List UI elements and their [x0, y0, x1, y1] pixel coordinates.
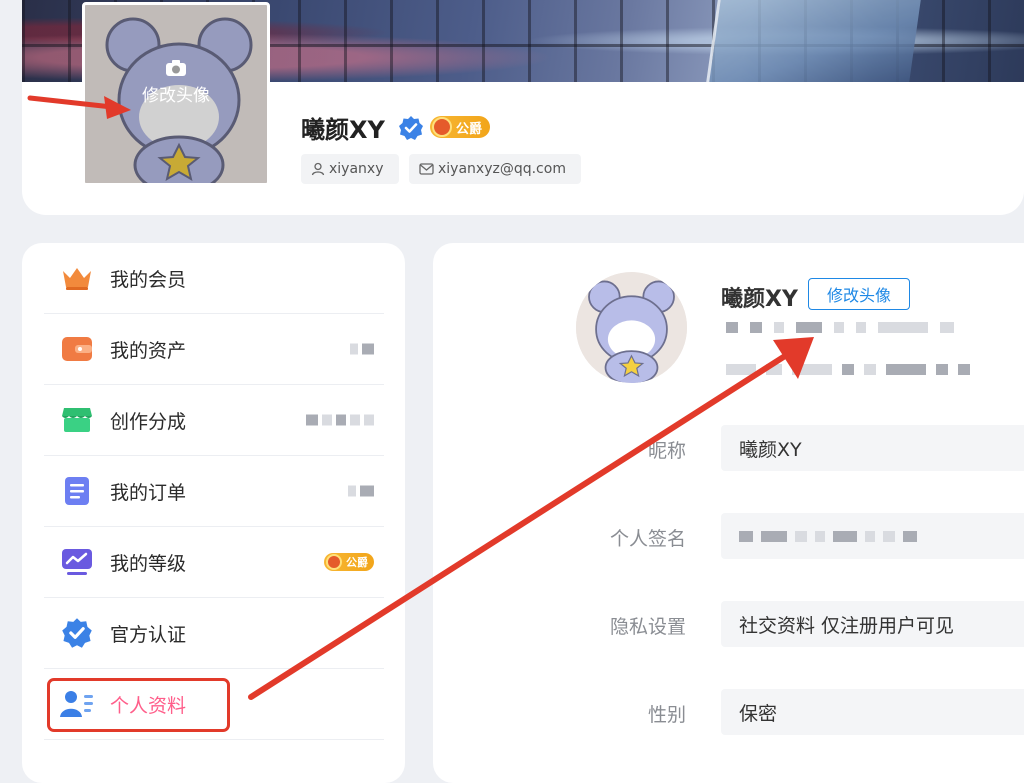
- sidebar-item-label: 官方认证: [110, 623, 187, 646]
- wallet-icon: [60, 332, 94, 366]
- sidebar-item-label: 我的资产: [110, 339, 187, 362]
- masked-info-line-1: [726, 322, 954, 333]
- email-address: xiyanxyz@qq.com: [438, 161, 566, 177]
- account-id: xiyanxy: [329, 161, 384, 177]
- camera-icon: [166, 59, 186, 76]
- masked-value: [350, 343, 374, 355]
- signature-field[interactable]: [721, 513, 1024, 559]
- sidebar-item-assets[interactable]: 我的资产: [44, 314, 384, 385]
- masked-signature: [739, 530, 917, 542]
- avatar-overlay-label: 修改头像: [142, 85, 210, 106]
- sidebar-item-verification[interactable]: 官方认证: [44, 598, 384, 669]
- masked-value: [306, 414, 374, 426]
- sidebar-item-revenue-share[interactable]: 创作分成: [44, 385, 384, 456]
- signature-label: 个人签名: [609, 528, 686, 550]
- verified-icon: [399, 116, 423, 140]
- avatar-upload[interactable]: 修改头像: [82, 2, 270, 186]
- sidebar-item-label: 我的等级: [110, 552, 187, 575]
- privacy-select[interactable]: 社交资料 仅注册用户可见: [721, 601, 1024, 647]
- account-chip: xiyanxy: [301, 154, 399, 184]
- avatar-preview: [576, 272, 687, 383]
- email-chip: xiyanxyz@qq.com: [409, 154, 581, 184]
- sidebar-item-label: 创作分成: [110, 410, 187, 433]
- level-badge: 公爵: [324, 553, 374, 571]
- rank-badge-label: 公爵: [456, 121, 483, 137]
- nickname-field[interactable]: 曦颜XY: [721, 425, 1024, 471]
- masked-value: [348, 485, 374, 497]
- rank-badge: 公爵: [430, 116, 491, 138]
- crown-icon: [60, 261, 94, 295]
- user-icon: [311, 162, 325, 176]
- mail-icon: [419, 163, 434, 175]
- sidebar-item-orders[interactable]: 我的订单: [44, 456, 384, 527]
- sidebar-item-level[interactable]: 我的等级 公爵: [44, 527, 384, 598]
- rank-badge-label: 公爵: [346, 556, 368, 569]
- change-avatar-button[interactable]: 修改头像: [808, 278, 910, 310]
- sidebar-item-membership[interactable]: 我的会员: [44, 243, 384, 314]
- shop-icon: [60, 403, 94, 437]
- gender-select[interactable]: 保密: [721, 689, 1024, 735]
- order-list-icon: [60, 474, 94, 508]
- gender-label: 性别: [647, 704, 686, 726]
- sidebar-item-label: 我的会员: [110, 268, 187, 291]
- profile-display-name: 曦颜XY: [721, 287, 798, 312]
- profile-username: 曦颜XY: [301, 116, 385, 144]
- nickname-label: 昵称: [647, 440, 686, 462]
- avatar-change-overlay[interactable]: 修改头像: [85, 5, 267, 183]
- privacy-label: 隐私设置: [609, 616, 686, 638]
- level-chart-icon: [60, 545, 94, 579]
- verified-shield-icon: [60, 616, 94, 650]
- sidebar-item-label: 我的订单: [110, 481, 187, 504]
- rank-badge-small: 公爵: [324, 553, 374, 571]
- masked-info-line-2: [726, 364, 970, 375]
- medal-icon: [326, 554, 342, 570]
- medal-icon: [432, 117, 452, 137]
- annotation-highlight-box: [47, 678, 230, 732]
